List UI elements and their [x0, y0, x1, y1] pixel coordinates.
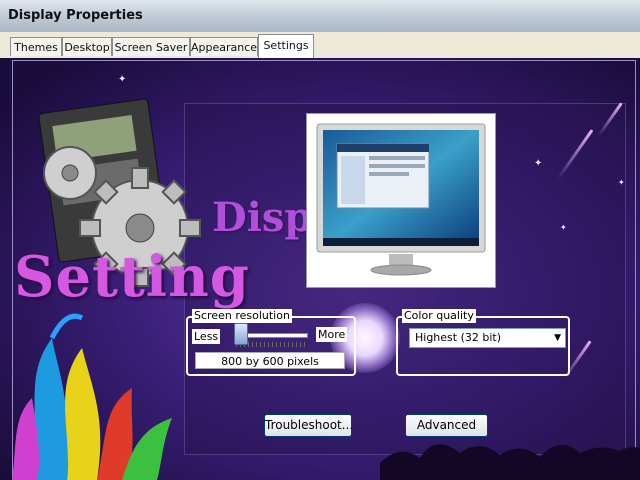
tab-strip: Themes Desktop Screen Saver Appearance S… [0, 32, 640, 59]
tab-screen-saver[interactable]: Screen Saver [112, 37, 190, 56]
more-label: More [316, 327, 348, 342]
tab-settings[interactable]: Settings [258, 34, 314, 58]
settings-pane: ✦ ✦ ✦ ✦ Displ Setting Screen resolution … [0, 58, 640, 480]
star-icon: ✦ [534, 158, 543, 169]
advanced-button[interactable]: Advanced [405, 414, 488, 437]
star-icon: ✦ [560, 223, 567, 232]
color-quality-dropdown[interactable]: Highest (32 bit) ▼ [409, 328, 566, 348]
less-label: Less [192, 329, 221, 344]
tab-desktop[interactable]: Desktop [62, 37, 112, 56]
tab-appearance[interactable]: Appearance [190, 37, 258, 56]
tab-themes[interactable]: Themes [10, 37, 62, 56]
monitor-graphic [316, 123, 486, 276]
star-icon: ✦ [118, 74, 127, 85]
resolution-slider-thumb[interactable] [233, 323, 248, 345]
star-icon: ✦ [618, 178, 625, 187]
screen-resolution-label: Screen resolution [192, 309, 292, 323]
paint-splash-graphic [12, 313, 172, 480]
monitor-preview [306, 113, 496, 288]
troubleshoot-button[interactable]: Troubleshoot... [264, 414, 353, 437]
window-title: Display Properties [8, 8, 143, 23]
color-quality-value: Highest (32 bit) [415, 331, 502, 344]
title-bar: Display Properties [0, 0, 640, 33]
resolution-value: 800 by 600 pixels [195, 352, 345, 369]
color-quality-label: Color quality [402, 309, 476, 323]
dropdown-arrow-icon[interactable]: ▼ [554, 329, 561, 347]
